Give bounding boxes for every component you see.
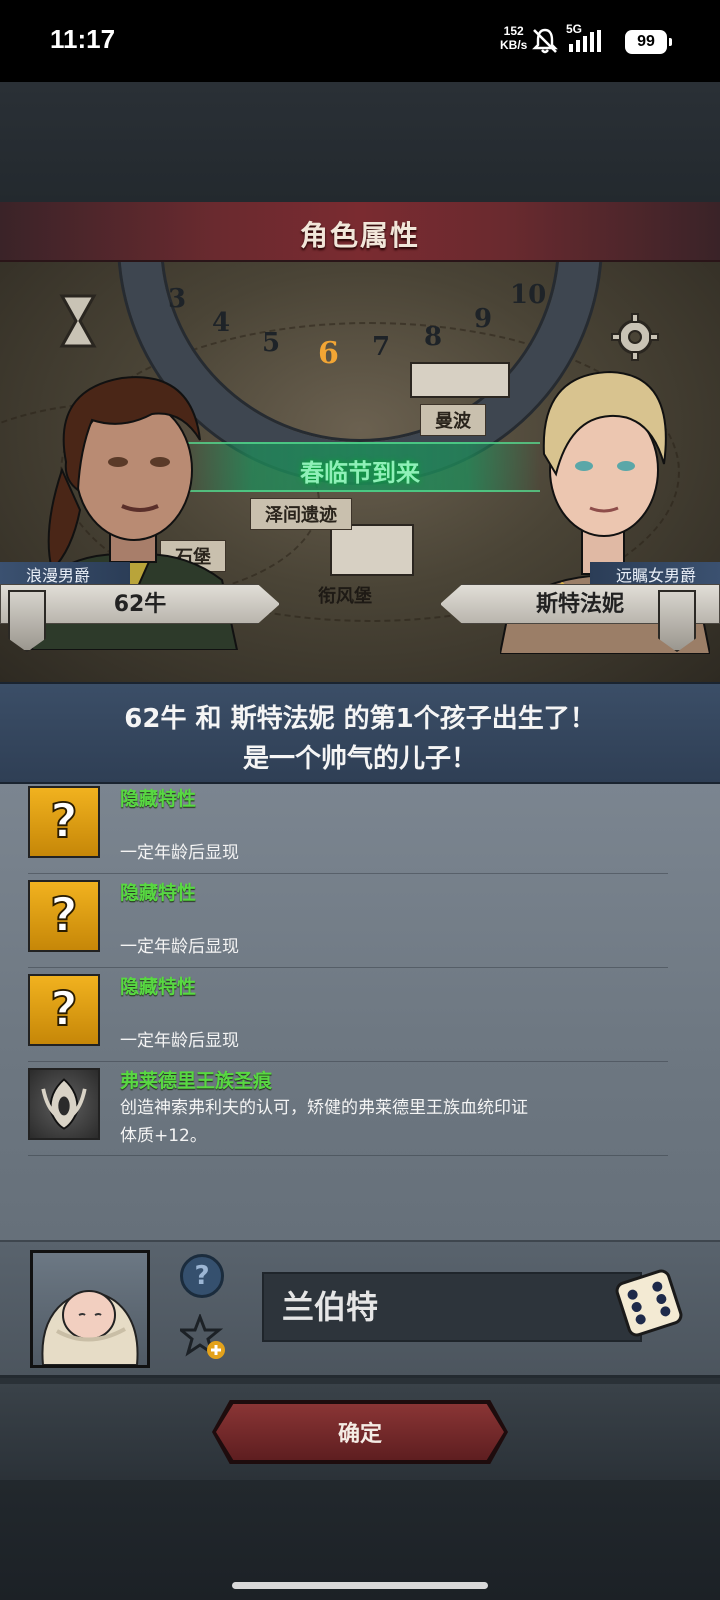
trait-item[interactable]: ? 隐藏特性 一定年龄后显现 <box>28 784 668 874</box>
title-band: 角色属性 <box>0 202 720 262</box>
trait-name: 隐藏特性 <box>120 882 197 904</box>
background-top <box>0 82 720 202</box>
trait-name: 隐藏特性 <box>120 976 197 998</box>
center-town-label: 衔风堡 <box>318 586 372 607</box>
question-mark-icon: ? <box>28 880 100 952</box>
town-label: 曼波 <box>420 404 486 436</box>
page-title: 角色属性 <box>299 219 420 252</box>
castle-icon <box>410 362 510 398</box>
favorite-star-add-icon[interactable] <box>180 1314 226 1360</box>
svg-text:?: ? <box>50 888 77 943</box>
town-label: 泽间遗迹 <box>250 498 352 530</box>
child-avatar <box>30 1250 150 1368</box>
dial-number: 3 <box>168 284 187 314</box>
child-name-input[interactable]: 兰伯特 <box>262 1272 642 1342</box>
trait-description: 一定年龄后显现 <box>120 1031 239 1051</box>
trait-description: 一定年龄后显现 <box>120 937 239 957</box>
royal-crest-icon <box>28 1068 100 1140</box>
svg-text:?: ? <box>50 982 77 1037</box>
dial-number: 10 <box>510 280 547 310</box>
status-time: 11:17 <box>50 24 116 54</box>
random-name-dice-icon[interactable] <box>612 1266 686 1340</box>
dial-number: 9 <box>474 304 493 334</box>
confirm-area: 确定 <box>0 1384 720 1480</box>
baby-portrait <box>41 1290 139 1365</box>
announcement-line-2: 是一个帅气的儿子！ <box>242 744 477 774</box>
birth-scene: 3 4 5 6 7 8 9 10 曼波 泽间遗迹 石堡 春临节到来 浪漫男爵 远… <box>0 262 720 682</box>
trait-description-line: 体质+12。 <box>120 1126 207 1146</box>
svg-text:?: ? <box>50 794 77 849</box>
status-bar: 11:17 152 KB/s 5G 99 <box>0 0 720 82</box>
dial-number-current: 6 <box>318 336 339 371</box>
trait-item[interactable]: ? 隐藏特性 一定年龄后显现 <box>28 878 668 968</box>
trait-item[interactable]: 弗莱德里王族圣痕 创造神索弗利夫的认可，矫健的弗莱德里王族血统印证 体质+12。 <box>28 1066 668 1156</box>
dial-number: 7 <box>372 332 391 362</box>
dial-number: 4 <box>212 308 231 338</box>
castle-icon <box>330 524 414 576</box>
trait-list: ? 隐藏特性 一定年龄后显现 ? 隐藏特性 一定年龄后显现 ? 隐藏特性 一定年… <box>0 784 720 1240</box>
network-speed: 152 KB/s <box>500 24 527 52</box>
network-speed-unit: KB/s <box>500 38 528 52</box>
network-speed-value: 152 <box>503 24 524 38</box>
question-mark-icon: ? <box>28 786 100 858</box>
mute-bell-icon <box>532 28 558 54</box>
trait-description: 创造神索弗利夫的认可，矫健的弗莱德里王族血统印证 体质+12。 <box>120 1094 680 1150</box>
help-button[interactable]: ? <box>180 1254 224 1298</box>
trait-name: 隐藏特性 <box>120 788 197 810</box>
signal-icon <box>569 30 601 52</box>
confirm-button-label[interactable]: 确定 <box>216 1416 504 1448</box>
app-screen: 11:17 152 KB/s 5G 99 角色属性 3 4 5 6 7 8 9 … <box>0 0 720 1600</box>
dial-number: 5 <box>262 328 281 358</box>
hourglass-icon <box>59 294 97 348</box>
question-mark-icon: ? <box>28 974 100 1046</box>
trait-description: 一定年龄后显现 <box>120 843 239 863</box>
trait-name: 弗莱德里王族圣痕 <box>120 1070 273 1092</box>
battery-indicator: 99 <box>625 30 672 54</box>
birth-announcement: 62牛 和 斯特法妮 的第1个孩子出生了！ 是一个帅气的儿子！ <box>0 682 720 784</box>
home-indicator[interactable] <box>232 1582 488 1589</box>
child-panel: ? 兰伯特 <box>0 1240 720 1378</box>
dial-number: 8 <box>424 322 443 352</box>
trait-description-line: 创造神索弗利夫的认可，矫健的弗莱德里王族血统印证 <box>120 1098 528 1118</box>
trait-item[interactable]: ? 隐藏特性 一定年龄后显现 <box>28 972 668 1062</box>
announcement-line-1: 62牛 和 斯特法妮 的第1个孩子出生了！ <box>124 704 596 734</box>
